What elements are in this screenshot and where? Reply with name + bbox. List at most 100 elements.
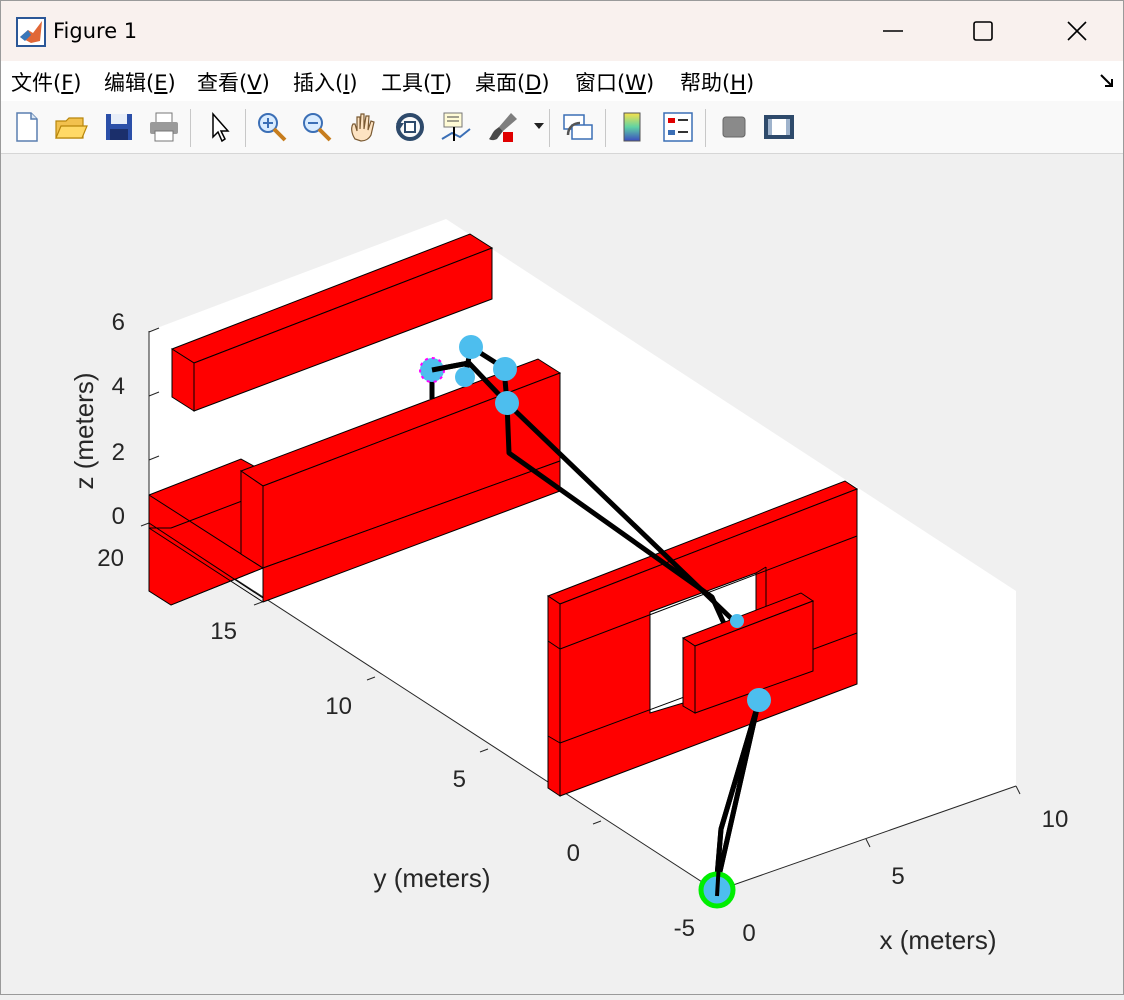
z-tick-label: 2: [112, 439, 125, 466]
y-tick-label: 0: [567, 840, 580, 867]
menu-desktop-key: D: [525, 71, 542, 95]
toolbar-separator: [245, 109, 246, 147]
maximize-icon: [973, 21, 993, 41]
window-title: Figure 1: [53, 19, 138, 43]
toolbar-separator: [605, 109, 606, 147]
zoom-out-icon: [303, 113, 332, 142]
pan-button[interactable]: [345, 109, 381, 145]
save-button[interactable]: [101, 109, 137, 145]
close-icon: [1067, 21, 1087, 41]
zoom-in-button[interactable]: [254, 109, 290, 145]
rotate-3d-icon: [396, 113, 424, 141]
minimize-icon: [883, 30, 903, 32]
axes-3d[interactable]: 6 4 2 0 20 15 10 5 0 -5 0 5 10 z (meters…: [1, 154, 1124, 996]
menu-desktop-label: 桌面(: [475, 71, 526, 95]
menu-window-close: ): [645, 71, 655, 95]
menu-help-label: 帮助(: [680, 71, 731, 95]
figure-window: Figure 1 文件(F) 编辑(E) 查看(V) 插入(I) 工具(T) 桌…: [0, 0, 1124, 995]
menu-file-key: F: [61, 71, 74, 95]
link-plot-button[interactable]: [560, 109, 596, 145]
menu-edit-key: E: [154, 71, 168, 95]
figure-toolbar: [1, 101, 1123, 154]
toolbar-separator: [705, 109, 706, 147]
x-axis-label: x (meters): [880, 925, 997, 955]
menu-window[interactable]: 窗口(W): [575, 67, 654, 97]
show-plot-tools-button[interactable]: [761, 109, 797, 145]
menu-tools-key: T: [431, 71, 445, 95]
brush-dropdown-icon[interactable]: [533, 121, 545, 131]
menu-tools-label: 工具(: [381, 71, 432, 95]
dock-figure-icon[interactable]: [1099, 73, 1115, 89]
menu-view-close: ): [261, 71, 270, 95]
z-tick-label: 6: [112, 309, 125, 336]
hide-plot-tools-icon: [722, 116, 746, 138]
data-cursor-button[interactable]: [438, 109, 474, 145]
colorbar-icon: [623, 112, 641, 142]
menu-window-key: W: [625, 71, 646, 95]
hide-plot-tools-button[interactable]: [716, 109, 752, 145]
menu-help[interactable]: 帮助(H): [680, 67, 754, 97]
maximize-button[interactable]: [937, 1, 1029, 61]
x-tick-label: 0: [742, 920, 755, 947]
menu-edit-label: 编辑(: [104, 71, 155, 95]
menu-file[interactable]: 文件(F): [11, 67, 82, 97]
toolbar-separator: [549, 109, 550, 147]
y-tick-label: -5: [674, 915, 695, 942]
brush-button[interactable]: [485, 109, 521, 145]
z-axis-label: z (meters): [69, 373, 99, 490]
link-plot-icon: [563, 114, 593, 140]
menu-file-close: ): [73, 71, 82, 95]
pointer-icon: [212, 112, 230, 143]
show-plot-tools-icon: [764, 115, 794, 139]
brush-icon: [489, 113, 517, 142]
y-tick-label: 10: [325, 693, 352, 720]
y-tick-label: 15: [210, 618, 237, 645]
y-tick-label: 20: [97, 545, 124, 572]
save-icon: [106, 114, 132, 140]
zoom-out-button[interactable]: [299, 109, 335, 145]
new-figure-button[interactable]: [9, 109, 45, 145]
menu-view-label: 查看(: [197, 71, 248, 95]
menu-insert[interactable]: 插入(I): [293, 67, 358, 97]
plot-area[interactable]: 6 4 2 0 20 15 10 5 0 -5 0 5 10 z (meters…: [1, 154, 1124, 996]
menu-file-label: 文件(: [11, 71, 62, 95]
menu-insert-close: ): [349, 71, 358, 95]
title-bar[interactable]: Figure 1: [1, 1, 1123, 61]
colorbar-button[interactable]: [615, 109, 651, 145]
pointer-button[interactable]: [202, 109, 238, 145]
legend-icon: [663, 112, 693, 142]
y-axis-label: y (meters): [374, 863, 491, 893]
menu-view[interactable]: 查看(V): [197, 67, 270, 97]
open-file-button[interactable]: [53, 109, 89, 145]
menu-view-key: V: [247, 71, 262, 95]
x-tick-label: 10: [1042, 806, 1069, 833]
menu-window-label: 窗口(: [575, 71, 626, 95]
menu-help-close: ): [746, 71, 755, 95]
matlab-logo-icon: [16, 17, 46, 47]
pan-icon: [351, 113, 375, 142]
rotate-3d-button[interactable]: [392, 109, 428, 145]
menu-edit-close: ): [167, 71, 176, 95]
close-button[interactable]: [1031, 1, 1123, 61]
z-tick-label: 0: [112, 503, 125, 530]
zoom-in-icon: [258, 113, 287, 142]
open-file-icon: [55, 117, 88, 139]
minimize-button[interactable]: [847, 1, 939, 61]
menu-desktop-close: ): [541, 71, 550, 95]
menu-bar: 文件(F) 编辑(E) 查看(V) 插入(I) 工具(T) 桌面(D) 窗口(W…: [1, 61, 1123, 101]
menu-tools-close: ): [444, 71, 453, 95]
menu-tools[interactable]: 工具(T): [381, 67, 452, 97]
print-button[interactable]: [146, 109, 182, 145]
z-tick-label: 4: [112, 373, 125, 400]
menu-desktop[interactable]: 桌面(D): [475, 67, 550, 97]
x-tick-label: 5: [891, 863, 904, 890]
data-cursor-icon: [441, 112, 471, 141]
print-icon: [150, 112, 178, 142]
new-figure-icon: [16, 112, 38, 142]
menu-help-key: H: [730, 71, 746, 95]
menu-edit[interactable]: 编辑(E): [104, 67, 176, 97]
legend-button[interactable]: [660, 109, 696, 145]
menu-insert-label: 插入(: [293, 71, 344, 95]
y-tick-label: 5: [453, 766, 466, 793]
toolbar-separator: [190, 109, 191, 147]
